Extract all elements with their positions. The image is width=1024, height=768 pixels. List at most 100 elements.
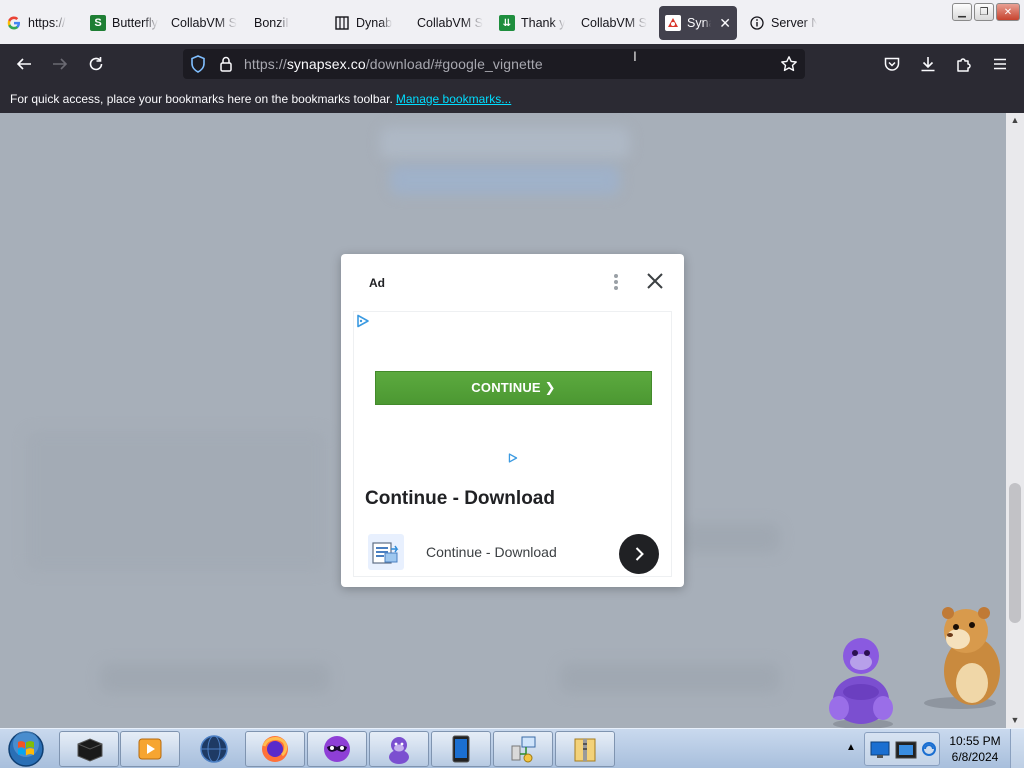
minimize-button[interactable]: ▁ (952, 3, 972, 21)
globe-icon (200, 735, 228, 763)
scroll-up-icon[interactable]: ▲ (1006, 113, 1024, 127)
tab-label: CollabVM S (171, 16, 237, 30)
taskbar-app-network[interactable] (493, 731, 553, 767)
lock-icon[interactable] (219, 55, 233, 78)
bonzi-icon (389, 737, 409, 764)
ad-footer-row[interactable]: Continue - Download (354, 522, 671, 578)
taskbar-app-bonzi[interactable] (369, 731, 429, 767)
tray-expand-icon[interactable]: ▲ (846, 742, 856, 753)
close-tab-icon[interactable]: ✕ (719, 15, 731, 32)
taskbar-app-terminal[interactable] (59, 731, 119, 767)
ad-close-button[interactable] (643, 269, 667, 293)
system-clock[interactable]: 10:55 PM 6/8/2024 (940, 733, 1010, 765)
pocket-button[interactable] (878, 50, 906, 78)
tab-label: https:// (28, 16, 66, 30)
info-icon (749, 15, 765, 31)
bookmark-star-icon[interactable] (780, 55, 798, 78)
ad-go-button[interactable] (619, 534, 659, 574)
window-close-button[interactable]: ✕ (996, 3, 1020, 21)
tab-strip: https:// S Butterfly CollabVM S BonziI D… (0, 0, 1024, 44)
url-path: /download/#google_vignette (365, 56, 543, 72)
taskbar-app-media-player[interactable] (120, 731, 180, 767)
adchoices-icon[interactable] (356, 314, 370, 333)
restore-button[interactable]: ❐ (974, 3, 994, 21)
archive-folder-icon (574, 738, 596, 762)
pocket-icon (884, 57, 900, 71)
window-controls: ▁ ❐ ✕ (952, 3, 1020, 21)
tab-synapse-active[interactable]: Syna ✕ (659, 6, 737, 40)
extensions-button[interactable] (950, 50, 978, 78)
synapse-icon (665, 15, 681, 31)
blurred-footer-2 (560, 663, 780, 693)
start-button[interactable] (6, 730, 46, 768)
shield-icon[interactable] (190, 55, 206, 78)
continue-button[interactable]: CONTINUE ❯ (375, 371, 652, 405)
download-green-icon: ⇊ (499, 15, 515, 31)
menu-button[interactable] (986, 50, 1014, 78)
ad-creative[interactable]: CONTINUE ❯ Continue - Download Continue … (353, 311, 672, 577)
puzzle-icon (957, 58, 971, 72)
reload-button[interactable] (82, 50, 110, 78)
blurred-footer (100, 663, 330, 693)
tray-network-icon (922, 742, 936, 756)
tab-thank-you[interactable]: ⇊ Thank y (493, 6, 573, 40)
close-icon (647, 273, 663, 289)
ad-label: Ad (369, 276, 385, 290)
bookmarks-hint-text: For quick access, place your bookmarks h… (10, 91, 393, 106)
manage-bookmarks-link[interactable]: Manage bookmarks... (396, 92, 511, 106)
reload-icon (89, 57, 103, 71)
tab-butterfly[interactable]: S Butterfly (84, 6, 164, 40)
tab-label: Syna (687, 16, 711, 30)
arrow-left-icon (16, 58, 31, 70)
taskbar-app-masked[interactable] (307, 731, 367, 767)
google-g-icon (6, 15, 22, 31)
blurred-card-left (26, 431, 326, 571)
columns-icon (334, 15, 350, 31)
blurred-banner-button (390, 165, 620, 195)
ad-headline[interactable]: Continue - Download (365, 488, 555, 510)
downloads-button[interactable] (914, 50, 942, 78)
blurred-banner (380, 127, 630, 159)
tablet-icon (452, 735, 470, 763)
tab-google[interactable]: https:// (0, 6, 80, 40)
tab-label: CollabVM S (417, 16, 483, 30)
url-scheme: https:// (244, 56, 287, 72)
scrollbar-thumb[interactable] (1009, 483, 1021, 623)
forward-button[interactable] (46, 50, 74, 78)
tab-bonzi[interactable]: BonziI (248, 6, 328, 40)
adchoices-small-icon[interactable] (508, 450, 518, 468)
taskbar-app-globe[interactable] (184, 731, 244, 767)
blurred-text (680, 523, 780, 553)
document-app-icon (368, 534, 404, 570)
address-bar[interactable]: https://synapsex.co/download/#google_vig… (183, 49, 805, 79)
s-green-icon: S (90, 15, 106, 31)
tab-collabvm-3[interactable]: CollabVM S (575, 6, 657, 40)
tab-server[interactable]: Server N (743, 6, 823, 40)
taskbar-app-tablet[interactable] (431, 731, 491, 767)
tray-device-icon (895, 741, 917, 759)
url-host: synapsex.co (286, 56, 366, 72)
download-icon (921, 57, 935, 72)
back-button[interactable] (10, 50, 38, 78)
clock-time: 10:55 PM (949, 734, 1001, 748)
taskbar-app-firefox[interactable] (245, 731, 305, 767)
url-text[interactable]: https://synapsex.co/download/#google_vig… (244, 56, 543, 72)
media-player-icon (138, 738, 162, 760)
ad-options-icon[interactable] (611, 272, 621, 292)
taskbar-app-archive[interactable] (555, 731, 615, 767)
tab-collabvm-1[interactable]: CollabVM S (165, 6, 247, 40)
windows-orb-icon (8, 731, 44, 767)
hamburger-icon (994, 58, 1006, 70)
firefox-icon (262, 736, 288, 762)
tab-collabvm-2[interactable]: CollabVM S (411, 6, 493, 40)
navigation-toolbar: https://synapsex.co/download/#google_vig… (0, 44, 1024, 84)
tab-label: Thank y (521, 16, 566, 30)
bonzi-gorilla-character[interactable] (823, 630, 903, 735)
ad-subtitle: Continue - Download (426, 544, 557, 560)
hamster-character[interactable] (920, 603, 1010, 718)
tab-dynab[interactable]: Dynab (328, 6, 408, 40)
text-cursor-icon: I (633, 48, 637, 64)
show-desktop-button[interactable] (1010, 729, 1024, 768)
tab-label: Butterfly (112, 16, 158, 30)
tab-label: BonziI (254, 16, 289, 30)
